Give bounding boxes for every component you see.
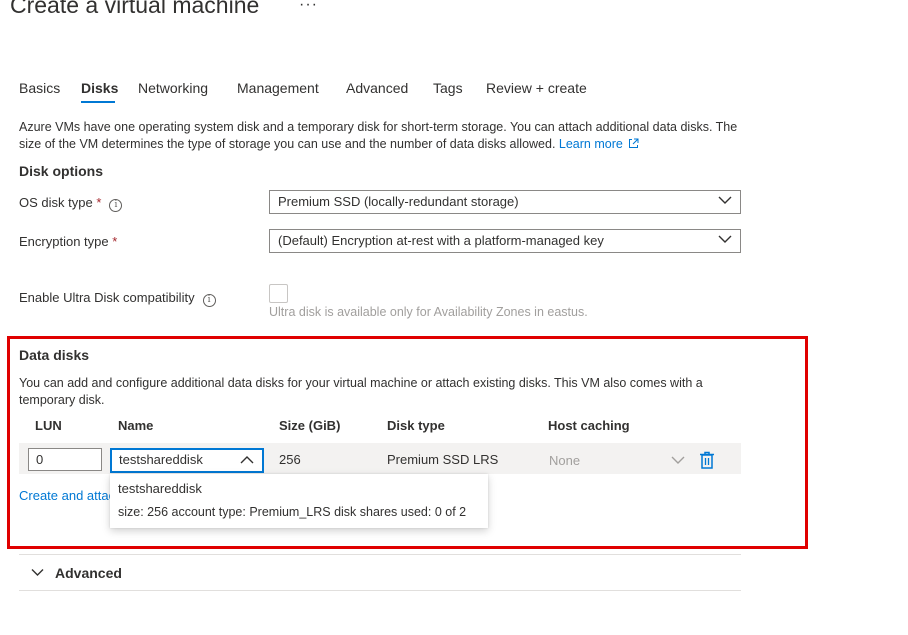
tab-disks[interactable]: Disks (81, 80, 118, 96)
chevron-down-icon[interactable] (31, 568, 44, 577)
divider (19, 590, 741, 591)
divider (19, 554, 741, 555)
learn-more-link[interactable]: Learn more (559, 137, 639, 151)
disk-options-title: Disk options (19, 163, 104, 179)
ultra-disk-hint: Ultra disk is available only for Availab… (269, 305, 588, 319)
tab-advanced[interactable]: Advanced (346, 80, 408, 96)
lun-input[interactable]: 0 (28, 448, 102, 471)
data-disks-title: Data disks (19, 347, 90, 363)
tab-management[interactable]: Management (237, 80, 319, 96)
create-attach-disk-link[interactable]: Create and attac (19, 488, 115, 503)
info-icon[interactable]: i (202, 294, 216, 307)
column-header-host-caching: Host caching (548, 418, 630, 433)
column-header-disk-type: Disk type (387, 418, 445, 433)
chevron-down-icon (718, 196, 732, 204)
intro-description: Azure VMs have one operating system disk… (19, 119, 749, 153)
disk-size-value: 256 (279, 452, 301, 467)
chevron-down-icon (718, 235, 732, 243)
column-header-size: Size (GiB) (279, 418, 341, 433)
info-icon[interactable]: i (109, 199, 123, 212)
tab-review-create[interactable]: Review + create (486, 80, 587, 96)
tab-basics[interactable]: Basics (19, 80, 60, 96)
chevron-down-icon (671, 456, 685, 464)
ultra-disk-checkbox[interactable] (269, 284, 288, 303)
os-disk-type-select[interactable]: Premium SSD (locally-redundant storage) (269, 190, 741, 214)
dropdown-option-title[interactable]: testshareddisk (118, 481, 202, 496)
os-disk-type-label: OS disk type * i (19, 195, 123, 212)
tab-tags[interactable]: Tags (433, 80, 463, 96)
disk-type-value: Premium SSD LRS (387, 452, 499, 467)
more-options-icon[interactable]: ··· (299, 0, 318, 14)
external-link-icon (629, 138, 639, 148)
trash-icon[interactable] (699, 451, 715, 469)
chevron-up-icon (240, 456, 254, 464)
active-tab-indicator (81, 101, 115, 103)
data-disks-description: You can add and configure additional dat… (19, 376, 703, 407)
host-caching-select[interactable]: None (539, 448, 691, 470)
ultra-disk-label: Enable Ultra Disk compatibility i (19, 290, 216, 307)
disk-name-combobox[interactable]: testshareddisk (110, 448, 264, 473)
column-header-name: Name (118, 418, 154, 433)
advanced-section-toggle[interactable]: Advanced (55, 565, 122, 581)
tab-networking[interactable]: Networking (138, 80, 208, 96)
encryption-type-select[interactable]: (Default) Encryption at-rest with a plat… (269, 229, 741, 253)
dropdown-option-detail: size: 256 account type: Premium_LRS disk… (118, 505, 467, 519)
encryption-type-label: Encryption type * (19, 234, 118, 249)
page-title: Create a virtual machine (10, 0, 260, 18)
disk-name-dropdown[interactable]: testshareddisk size: 256 account type: P… (110, 474, 488, 528)
column-header-lun: LUN (35, 418, 62, 433)
